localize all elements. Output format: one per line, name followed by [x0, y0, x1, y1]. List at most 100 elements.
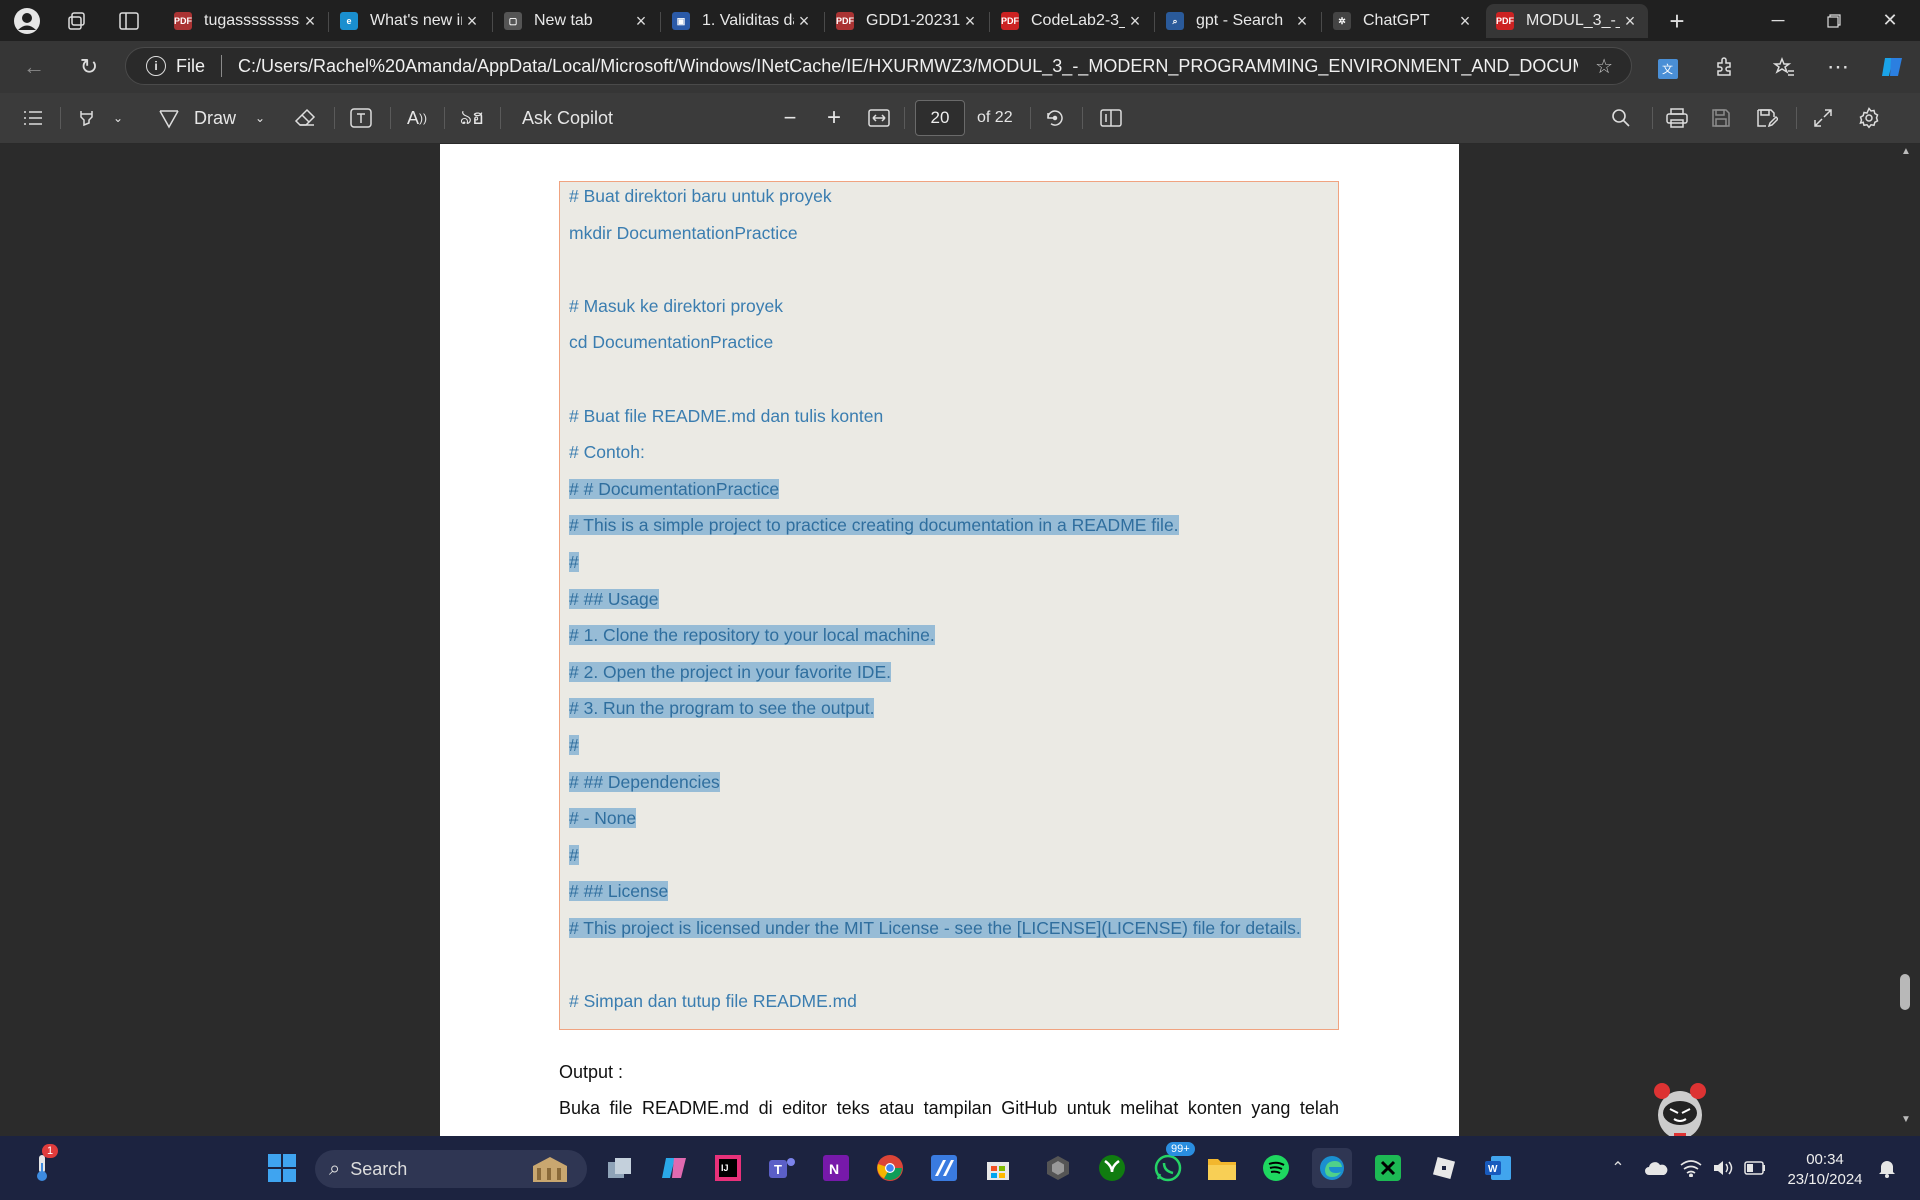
print-icon[interactable]: [1664, 103, 1690, 133]
eraser-icon[interactable]: [292, 103, 318, 133]
copilot-app-icon[interactable]: [654, 1148, 694, 1188]
translate-icon[interactable]: 文: [1652, 53, 1684, 85]
settings-gear-icon[interactable]: [1856, 103, 1882, 133]
draw-icon[interactable]: [156, 103, 182, 133]
chrome-icon[interactable]: [870, 1148, 910, 1188]
scroll-up-arrow-icon[interactable]: ▲: [1901, 146, 1911, 157]
tab-separator: [1154, 12, 1155, 32]
save-as-icon[interactable]: [1754, 103, 1780, 133]
url-text[interactable]: C:/Users/Rachel%20Amanda/AppData/Local/M…: [238, 56, 1578, 77]
chevron-down-icon[interactable]: ⌄: [252, 103, 268, 133]
back-icon[interactable]: ←: [18, 51, 50, 83]
whatsapp-icon[interactable]: 99+: [1148, 1142, 1195, 1188]
code-line: #: [569, 734, 579, 756]
selected-code-text: # ## Usage: [569, 588, 659, 609]
phone-link-icon[interactable]: [1368, 1148, 1408, 1188]
new-tab-icon[interactable]: +: [1662, 6, 1692, 36]
vertical-tabs-icon[interactable]: [114, 6, 144, 36]
contents-icon[interactable]: [20, 103, 46, 133]
taskbar-search[interactable]: ⌕ Search: [315, 1150, 587, 1188]
edge-icon[interactable]: [1312, 1148, 1352, 1188]
unity-icon[interactable]: [1038, 1148, 1078, 1188]
system-clock[interactable]: 00:34 23/10/2024: [1780, 1150, 1870, 1190]
tab-5[interactable]: PDF CodeLab2-3_ ×: [991, 4, 1153, 38]
code-text: # Buat file README.md dan tulis konten: [569, 405, 884, 426]
scroll-down-arrow-icon[interactable]: ▼: [1901, 1114, 1911, 1125]
tab-close-icon[interactable]: ×: [1292, 11, 1312, 32]
battery-icon[interactable]: [1740, 1148, 1770, 1188]
refresh-icon[interactable]: ↻: [73, 51, 105, 83]
intellij-icon[interactable]: IJ: [708, 1148, 748, 1188]
tab-close-icon[interactable]: ×: [960, 11, 980, 32]
tab-4[interactable]: PDF GDD1-20231 ×: [826, 4, 988, 38]
tab-close-icon[interactable]: ×: [1620, 11, 1640, 32]
read-aloud-icon[interactable]: A)): [404, 103, 430, 133]
file-explorer-icon[interactable]: [1202, 1148, 1242, 1188]
pdf-viewer[interactable]: # Buat direktori baru untuk proyek mkdir …: [0, 144, 1920, 1136]
workspaces-icon[interactable]: [62, 6, 92, 36]
chevron-down-icon[interactable]: ⌄: [110, 103, 126, 133]
copilot-icon[interactable]: [1876, 51, 1908, 83]
volume-icon[interactable]: [1708, 1148, 1738, 1188]
onenote-icon[interactable]: N: [816, 1148, 856, 1188]
info-icon[interactable]: i: [146, 56, 166, 76]
close-window-button[interactable]: ✕: [1862, 0, 1918, 41]
rotate-icon[interactable]: [1042, 103, 1068, 133]
tab-close-icon[interactable]: ×: [794, 11, 814, 32]
weather-icon[interactable]: 1: [22, 1144, 62, 1188]
onedrive-icon[interactable]: [1636, 1148, 1676, 1188]
zoom-in-icon[interactable]: +: [822, 103, 846, 133]
wifi-icon[interactable]: [1676, 1148, 1706, 1188]
draw-button[interactable]: Draw: [194, 103, 236, 133]
tab-0[interactable]: PDF tugasssssssss ×: [164, 4, 328, 38]
xbox-icon[interactable]: [1092, 1148, 1132, 1188]
fit-width-icon[interactable]: [866, 103, 892, 133]
tab-favicon-icon: PDF: [1001, 12, 1019, 30]
scrollbar-thumb[interactable]: [1900, 974, 1910, 1010]
tab-1[interactable]: e What's new in ×: [330, 4, 490, 38]
show-hidden-icons-chevron-icon[interactable]: ⌃: [1598, 1148, 1638, 1188]
spotify-icon[interactable]: [1256, 1148, 1296, 1188]
teams-icon[interactable]: T: [762, 1148, 802, 1188]
translate-text-icon[interactable]: ঌฮ: [458, 103, 486, 133]
fullscreen-icon[interactable]: [1810, 103, 1836, 133]
profile-icon[interactable]: [12, 6, 42, 36]
tab-8[interactable]: PDF MODUL_3_-_ ×: [1486, 4, 1648, 38]
tab-close-icon[interactable]: ×: [1125, 11, 1145, 32]
tab-close-icon[interactable]: ×: [631, 11, 651, 32]
address-bar[interactable]: i File C:/Users/Rachel%20Amanda/AppData/…: [125, 47, 1632, 85]
toolbar-separator: [390, 107, 391, 129]
roblox-icon[interactable]: [1424, 1148, 1464, 1188]
ai-app-icon[interactable]: [924, 1148, 964, 1188]
extensions-icon[interactable]: [1708, 51, 1740, 83]
toolbar-separator: [1652, 107, 1653, 129]
zoom-out-icon[interactable]: −: [778, 103, 802, 133]
tab-close-icon[interactable]: ×: [1455, 11, 1475, 32]
minimize-button[interactable]: ─: [1750, 0, 1806, 41]
selected-code-text: # ## Dependencies: [569, 771, 720, 792]
output-word: untuk: [1066, 1098, 1111, 1118]
restore-button[interactable]: [1806, 0, 1862, 41]
highlight-icon[interactable]: [74, 103, 100, 133]
favorite-star-icon[interactable]: ☆: [1595, 54, 1613, 79]
favorites-icon[interactable]: [1768, 51, 1800, 83]
code-line: mkdir DocumentationPractice: [569, 222, 798, 244]
find-icon[interactable]: [1608, 103, 1634, 133]
page-view-icon[interactable]: [1098, 103, 1124, 133]
tab-6[interactable]: ⌕ gpt - Search ×: [1156, 4, 1320, 38]
notifications-bell-icon[interactable]: [1872, 1148, 1902, 1188]
task-view-icon[interactable]: [600, 1148, 640, 1188]
page-number-input[interactable]: 20: [915, 100, 965, 136]
word-icon[interactable]: W: [1478, 1148, 1518, 1188]
start-button[interactable]: [262, 1148, 302, 1188]
text-box-icon[interactable]: [348, 103, 374, 133]
tab-7[interactable]: ✲ ChatGPT ×: [1323, 4, 1483, 38]
more-options-icon[interactable]: ⋯: [1822, 51, 1854, 83]
tab-close-icon[interactable]: ×: [462, 11, 482, 32]
tab-close-icon[interactable]: ×: [300, 11, 320, 32]
code-line: # Masuk ke direktori proyek: [569, 295, 783, 317]
tab-3[interactable]: ▣ 1. Validitas da ×: [662, 4, 822, 38]
tab-2[interactable]: ▢ New tab ×: [494, 4, 659, 38]
store-icon[interactable]: [978, 1148, 1018, 1188]
ask-copilot-button[interactable]: Ask Copilot: [522, 103, 613, 133]
